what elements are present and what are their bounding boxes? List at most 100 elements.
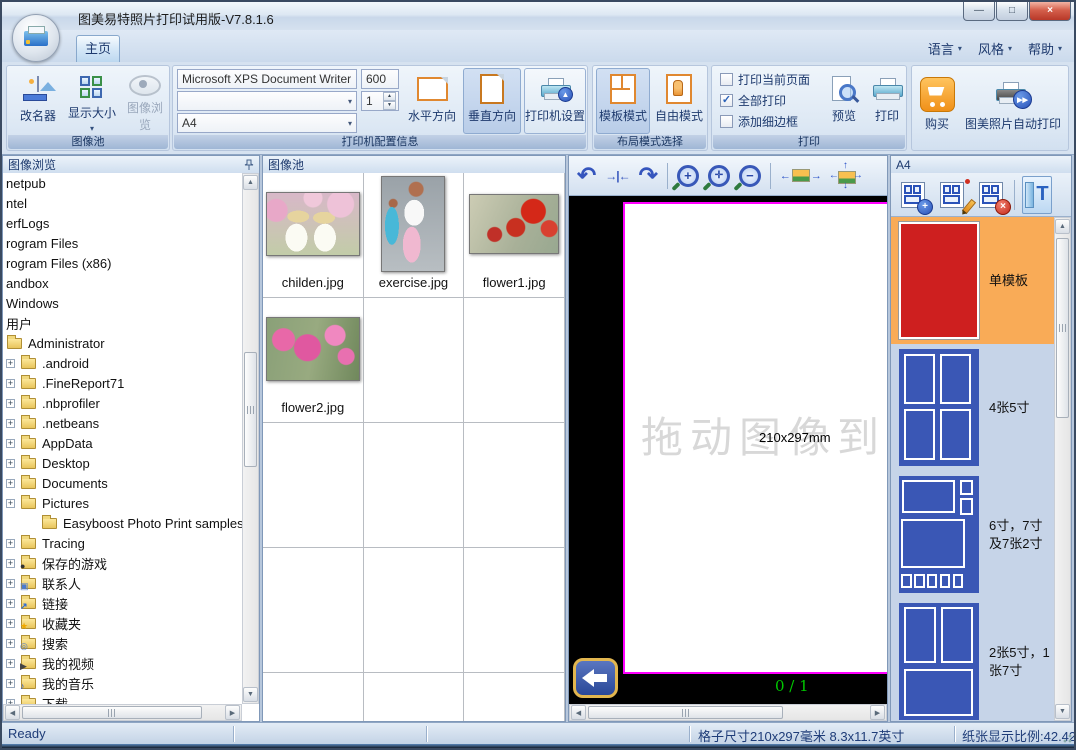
pin-icon[interactable] (244, 159, 254, 171)
tree-item[interactable]: + netpub (3, 173, 242, 193)
tree-item[interactable]: + .nbprofiler (3, 393, 242, 413)
tree-item[interactable]: + Tracing (3, 533, 242, 553)
tree-item[interactable]: + Documents (3, 473, 242, 493)
expander-icon[interactable]: + (6, 539, 15, 548)
pool-cell[interactable] (364, 548, 465, 673)
paper-page[interactable]: 拖动图像到这 210x297mm (623, 202, 887, 674)
tree-item[interactable]: + .netbeans (3, 413, 242, 433)
template-item-single[interactable]: 单模板 (891, 217, 1054, 344)
dpi-field[interactable]: 600 (361, 69, 399, 89)
auto-print-button[interactable]: ▶▶ 图美照片自动打印 (960, 70, 1066, 142)
scroll-down-icon[interactable]: ▼ (243, 687, 258, 702)
tree-item[interactable]: + Easyboost Photo Print samples (3, 513, 242, 533)
tree-item[interactable]: + .android (3, 353, 242, 373)
tree-item[interactable]: + 我的音乐 (3, 673, 242, 693)
print-button[interactable]: 打印 (868, 68, 906, 134)
expander-icon[interactable]: + (6, 359, 15, 368)
expander-icon[interactable]: + (6, 459, 15, 468)
photo-thumbnail[interactable] (381, 176, 445, 272)
paper-size-combo[interactable]: A4▾ (177, 113, 357, 133)
expander-icon[interactable]: + (6, 399, 15, 408)
fit-page-icon[interactable]: ↑← →↓ (831, 161, 861, 191)
pool-cell[interactable] (364, 673, 465, 721)
previous-page-button[interactable] (573, 658, 618, 698)
scrollbar-thumb[interactable] (588, 706, 783, 719)
tree-horizontal-scrollbar[interactable]: ◀ ▶ (3, 704, 242, 721)
tree-item[interactable]: + Desktop (3, 453, 242, 473)
rename-tool-button[interactable]: 改名器 (13, 68, 63, 134)
pool-cell[interactable]: flower1.jpg (464, 173, 565, 298)
expander-icon[interactable]: + (6, 499, 15, 508)
scroll-up-icon[interactable]: ▲ (243, 175, 258, 190)
tree-item[interactable]: + .FineReport71 (3, 373, 242, 393)
photo-thumbnail[interactable] (469, 194, 559, 254)
expander-icon[interactable]: + (6, 379, 15, 388)
free-mode-button[interactable]: 自由模式 (652, 68, 706, 134)
zoom-out-icon[interactable]: − (739, 165, 761, 187)
tree-item[interactable]: + Administrator (3, 333, 242, 353)
expander-icon[interactable]: + (6, 479, 15, 488)
pool-cell[interactable] (364, 298, 465, 423)
pool-cell[interactable] (464, 673, 565, 721)
tree-item[interactable]: + Pictures (3, 493, 242, 513)
photo-thumbnail[interactable] (266, 317, 360, 381)
delete-template-button[interactable]: × (975, 177, 1007, 213)
printer-select-combo[interactable]: ▾ (177, 91, 357, 111)
template-item-4x5inch[interactable]: 4张5寸 (891, 344, 1054, 471)
close-button[interactable]: × (1029, 2, 1071, 21)
scroll-left-icon[interactable]: ◀ (5, 705, 20, 720)
expander-icon[interactable]: + (6, 599, 15, 608)
expander-icon[interactable]: + (6, 679, 15, 688)
flip-horizontal-icon[interactable]: →|← (605, 169, 629, 183)
menu-style[interactable]: 风格▾ (978, 39, 1012, 58)
display-size-button[interactable]: 显示大小 ▾ (65, 68, 119, 134)
pool-cell[interactable] (263, 423, 364, 548)
checkbox-add-thin-border[interactable]: ✓ 添加细边框 (720, 111, 810, 132)
tree-item[interactable]: + 收藏夹 (3, 613, 242, 633)
tree-item[interactable]: + rogram Files (x86) (3, 253, 242, 273)
printer-setup-button[interactable]: ▲ 打印机设置 (524, 68, 586, 134)
tree-item[interactable]: + 我的视频 (3, 653, 242, 673)
scrollbar-thumb[interactable] (244, 352, 257, 467)
templates-vertical-scrollbar[interactable]: ▲ ▼ (1054, 217, 1071, 721)
pool-cell[interactable] (464, 548, 565, 673)
resize-grip[interactable] (1060, 731, 1073, 744)
tree-item[interactable]: + Windows (3, 293, 242, 313)
template-item-two-one[interactable]: 2张5寸，1张7寸 (891, 598, 1054, 721)
text-tool-button[interactable]: T (1022, 176, 1052, 214)
pool-cell[interactable]: childen.jpg (263, 173, 364, 298)
photo-thumbnail[interactable] (266, 192, 360, 256)
tree-item[interactable]: + ntel (3, 193, 242, 213)
buy-button[interactable]: 购买 (916, 70, 958, 142)
scrollbar-thumb[interactable] (1056, 238, 1069, 418)
restore-button[interactable]: □ (996, 2, 1028, 21)
pool-cell[interactable] (364, 423, 465, 548)
tree-item[interactable]: + 链接 (3, 593, 242, 613)
expander-icon[interactable]: + (6, 579, 15, 588)
scroll-right-icon[interactable]: ▶ (225, 705, 240, 720)
template-item-mixed[interactable]: 6寸，7寸及7张2寸 (891, 471, 1054, 598)
template-mode-button[interactable]: 模板模式 (596, 68, 650, 134)
menu-help[interactable]: 帮助▾ (1028, 39, 1062, 58)
minimize-button[interactable]: — (963, 2, 995, 21)
edit-template-button[interactable] (936, 177, 968, 213)
tree-item[interactable]: + 联系人 (3, 573, 242, 593)
scroll-up-icon[interactable]: ▲ (1055, 219, 1070, 234)
pool-cell[interactable]: flower2.jpg (263, 298, 364, 423)
zoom-in-icon[interactable]: + (677, 165, 699, 187)
expander-icon[interactable]: + (6, 639, 15, 648)
pool-cell[interactable] (263, 673, 364, 721)
scroll-down-icon[interactable]: ▼ (1055, 704, 1070, 719)
spin-down-icon[interactable]: ▼ (383, 101, 396, 110)
checkbox-print-current-page[interactable]: ✓ 打印当前页面 (720, 69, 810, 90)
tree-item[interactable]: + 下载 (3, 693, 242, 704)
tree-item[interactable]: + 保存的游戏 (3, 553, 242, 573)
pool-cell[interactable]: exercise.jpg (364, 173, 465, 298)
checkbox-print-all[interactable]: ✓ 全部打印 (720, 90, 810, 111)
expander-icon[interactable]: + (6, 659, 15, 668)
spin-up-icon[interactable]: ▲ (383, 92, 396, 101)
add-template-button[interactable]: + (897, 177, 929, 213)
tree-vertical-scrollbar[interactable]: ▲ ▼ (242, 173, 259, 704)
menu-language[interactable]: 语言▾ (928, 39, 962, 58)
copies-stepper[interactable]: 1 ▲▼ (361, 91, 399, 111)
